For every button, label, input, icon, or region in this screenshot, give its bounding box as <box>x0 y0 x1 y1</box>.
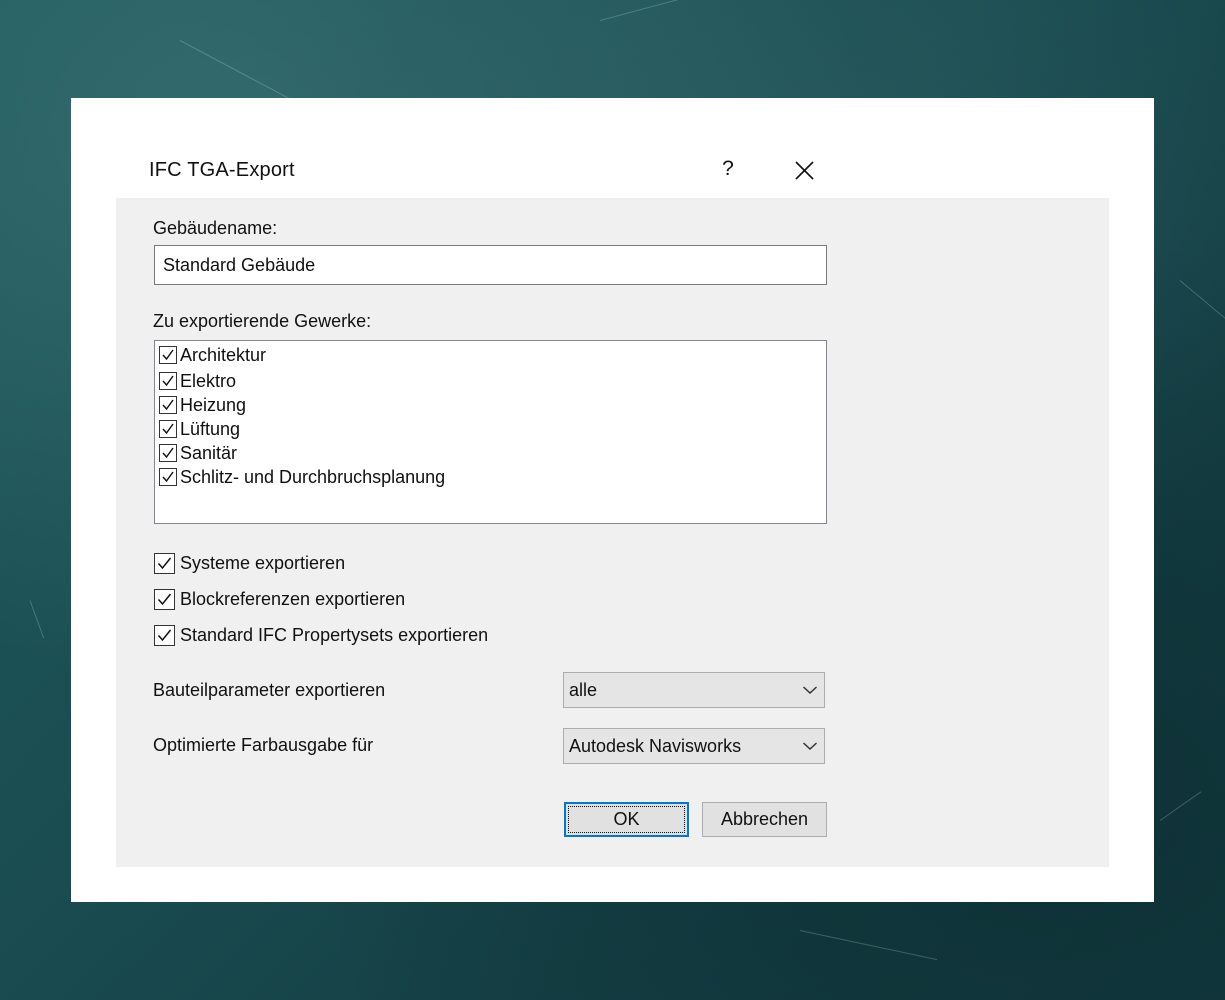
trade-label: Sanitär <box>180 442 238 463</box>
building-name-label: Gebäudename: <box>153 218 278 238</box>
trade-item-heizung[interactable]: Heizung <box>159 394 246 416</box>
dialog-client-area <box>116 198 1109 867</box>
component-params-value: alle <box>569 679 598 700</box>
trade-label: Heizung <box>180 394 247 415</box>
focus-rectangle <box>568 806 685 833</box>
component-params-select[interactable]: alle <box>563 672 825 708</box>
close-icon <box>795 161 814 180</box>
checkmark-icon <box>157 629 172 641</box>
trade-item-architektur[interactable]: Architektur <box>159 344 266 366</box>
checkmark-icon <box>162 349 174 361</box>
trade-checkbox[interactable] <box>159 396 177 414</box>
trade-label: Architektur <box>180 344 267 365</box>
help-label: ? <box>722 157 734 180</box>
close-button[interactable] <box>786 152 822 188</box>
trade-label: Lüftung <box>180 418 241 439</box>
export-propertysets-label: Standard IFC Propertysets exportieren <box>180 624 489 645</box>
export-systems-option[interactable]: Systeme exportieren <box>154 551 345 575</box>
export-blockrefs-option[interactable]: Blockreferenzen exportieren <box>154 587 405 611</box>
export-propertysets-option[interactable]: Standard IFC Propertysets exportieren <box>154 623 488 647</box>
trades-listbox[interactable]: Architektur Elektro Heizung Lüftung Sani… <box>154 340 827 524</box>
trade-item-elektro[interactable]: Elektro <box>159 370 236 392</box>
checkmark-icon <box>162 471 174 483</box>
help-button[interactable]: ? <box>713 152 743 186</box>
checkmark-icon <box>162 375 174 387</box>
trade-label: Schlitz- und Durchbruchsplanung <box>180 466 446 487</box>
trade-item-schlitz[interactable]: Schlitz- und Durchbruchsplanung <box>159 466 445 488</box>
dialog-title: IFC TGA-Export <box>149 159 295 181</box>
trade-checkbox[interactable] <box>159 420 177 438</box>
trades-label: Zu exportierende Gewerke: <box>153 311 372 331</box>
checkmark-icon <box>162 447 174 459</box>
checkmark-icon <box>157 557 172 569</box>
cancel-button[interactable]: Abbrechen <box>702 802 827 837</box>
export-blockrefs-checkbox[interactable] <box>154 588 175 610</box>
color-output-label: Optimierte Farbausgabe für <box>153 735 374 755</box>
color-output-value: Autodesk Navisworks <box>569 735 742 756</box>
trade-item-lueftung[interactable]: Lüftung <box>159 418 240 440</box>
chevron-down-icon <box>796 673 824 707</box>
checkmark-icon <box>162 423 174 435</box>
component-params-label: Bauteilparameter exportieren <box>153 680 386 700</box>
cancel-button-label: Abbrechen <box>720 809 809 829</box>
building-name-input[interactable] <box>154 245 827 285</box>
checkmark-icon <box>157 593 172 605</box>
trade-checkbox[interactable] <box>159 468 177 486</box>
export-systems-checkbox[interactable] <box>154 552 175 574</box>
trade-item-sanitaer[interactable]: Sanitär <box>159 442 237 464</box>
checkmark-icon <box>162 399 174 411</box>
export-blockrefs-label: Blockreferenzen exportieren <box>180 588 406 609</box>
ok-button[interactable]: OK <box>564 802 689 837</box>
export-propertysets-checkbox[interactable] <box>154 624 175 646</box>
trade-label: Elektro <box>180 370 237 391</box>
color-output-select[interactable]: Autodesk Navisworks <box>563 728 825 764</box>
trade-checkbox[interactable] <box>159 372 177 390</box>
trade-checkbox[interactable] <box>159 444 177 462</box>
trade-checkbox[interactable] <box>159 346 177 364</box>
export-systems-label: Systeme exportieren <box>180 552 346 573</box>
chevron-down-icon <box>796 729 824 763</box>
